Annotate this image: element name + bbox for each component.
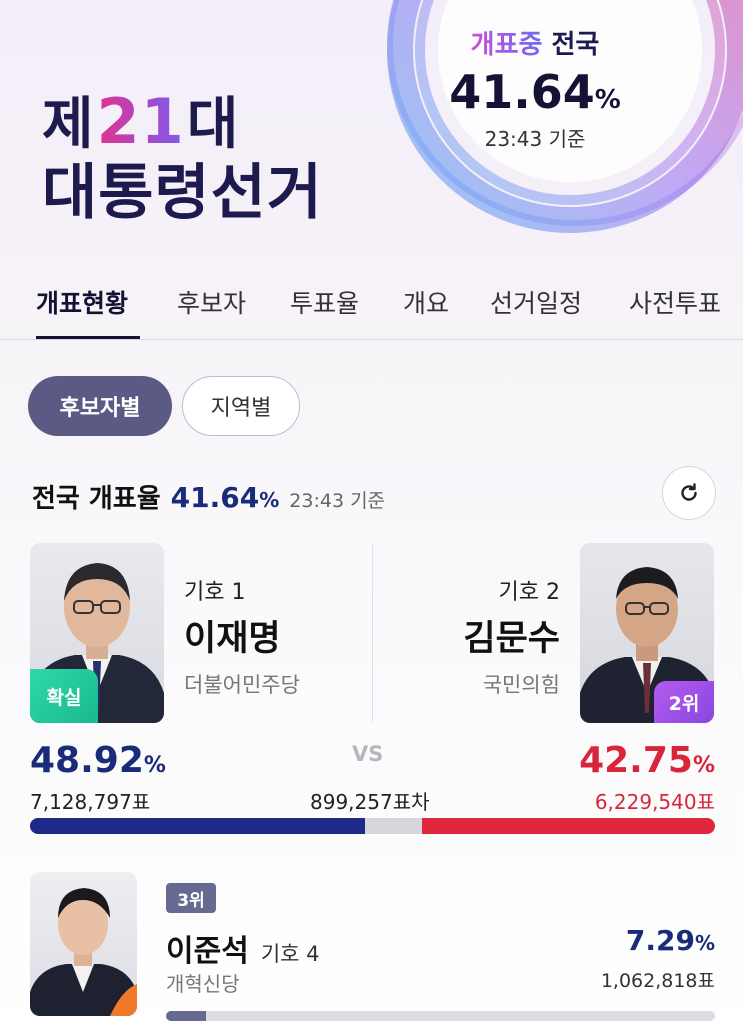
count-status: 개표중 전국 41.64% 23:43 기준 <box>440 24 630 152</box>
candidate2-number: 기호 2 <box>498 580 560 605</box>
vote-share-bar <box>30 818 715 834</box>
candidate3-party: 개혁신당 <box>166 972 240 996</box>
candidate2-percent: 42.75% <box>579 740 715 781</box>
national-time: 23:43 기준 <box>289 490 386 512</box>
tab-overview[interactable]: 개요 <box>403 284 449 320</box>
nav-tabs: 개표현황 후보자 투표율 개요 선거일정 사전투표 <box>0 270 743 340</box>
refresh-icon <box>681 483 697 501</box>
candidate3-number: 기호 4 <box>260 942 320 966</box>
candidate3-name-row: 이준석 기호 4 <box>166 926 320 970</box>
candidate2-votes: 6,229,540표 <box>594 790 715 814</box>
candidate2-name[interactable]: 김문수 <box>420 610 560 661</box>
candidate3-share-bar <box>166 1011 715 1021</box>
refresh-button[interactable] <box>662 466 716 520</box>
candidate1-share-fill <box>30 818 366 834</box>
candidate3-votes: 1,062,818표 <box>600 970 715 992</box>
title-number: 21 <box>96 85 185 158</box>
candidate3-percent: 7.29% <box>625 924 715 957</box>
tab-turnout[interactable]: 투표율 <box>290 284 359 320</box>
candidate1-party: 더불어민주당 <box>184 673 300 697</box>
candidate1-name[interactable]: 이재명 <box>184 610 300 661</box>
candidate1-number: 기호 1 <box>184 580 246 605</box>
candidate3-share-fill <box>166 1011 207 1021</box>
title-prefix: 제 <box>42 92 95 157</box>
candidate1-info: 기호 1 이재명 더불어민주당 <box>184 574 300 699</box>
active-tab-indicator <box>36 336 140 339</box>
candidate3-photo[interactable] <box>30 872 137 1016</box>
title-suffix: 대 <box>186 92 240 157</box>
header-time: 23:43 기준 <box>484 127 586 151</box>
tab-count-status[interactable]: 개표현황 <box>36 284 128 320</box>
national-count-rate: 전국 개표율 41.64% 23:43 기준 <box>32 478 385 515</box>
national-rate: 41.64% <box>170 481 280 514</box>
filter-by-region[interactable]: 지역별 <box>182 376 300 436</box>
candidate2-info: 기호 2 김문수 국민의힘 <box>420 574 560 699</box>
candidate1-photo[interactable]: 확실 <box>30 543 164 723</box>
vote-difference: 899,257표차 <box>310 790 430 814</box>
election-header: 제 21 대 대통령선거 개표중 전국 41.64% 23:43 기준 개표현황… <box>0 0 743 340</box>
national-label: 전국 개표율 <box>32 484 161 514</box>
election-title: 제 21 대 대통령선거 <box>42 85 323 229</box>
candidate2-photo[interactable]: 2위 <box>580 543 714 723</box>
tab-candidates[interactable]: 후보자 <box>177 284 246 320</box>
rank2-badge: 2위 <box>654 681 714 723</box>
vs-label: VS <box>352 742 384 766</box>
filter-by-candidate[interactable]: 후보자별 <box>28 376 172 436</box>
confirmed-badge: 확실 <box>30 669 98 723</box>
tab-schedule[interactable]: 선거일정 <box>490 284 582 320</box>
header-count-rate: 41.64% <box>449 65 621 119</box>
candidate2-share-fill <box>422 818 715 834</box>
title-line2: 대통령선거 <box>42 158 323 229</box>
person-silhouette-icon <box>30 888 137 1016</box>
candidate1-percent: 48.92% <box>30 740 166 781</box>
candidate1-votes: 7,128,797표 <box>30 790 151 814</box>
results-content: 후보자별 지역별 전국 개표율 41.64% 23:43 기준 확실 기호 1 … <box>0 340 743 1033</box>
candidate3-name[interactable]: 이준석 <box>166 926 249 970</box>
rank3-badge: 3위 <box>166 883 216 913</box>
nationwide-label: 전국 <box>551 30 600 60</box>
counting-label: 개표중 <box>470 30 543 60</box>
tab-early-voting[interactable]: 사전투표 <box>629 284 721 320</box>
candidate2-party: 국민의힘 <box>482 673 560 697</box>
candidate-divider <box>372 544 373 722</box>
